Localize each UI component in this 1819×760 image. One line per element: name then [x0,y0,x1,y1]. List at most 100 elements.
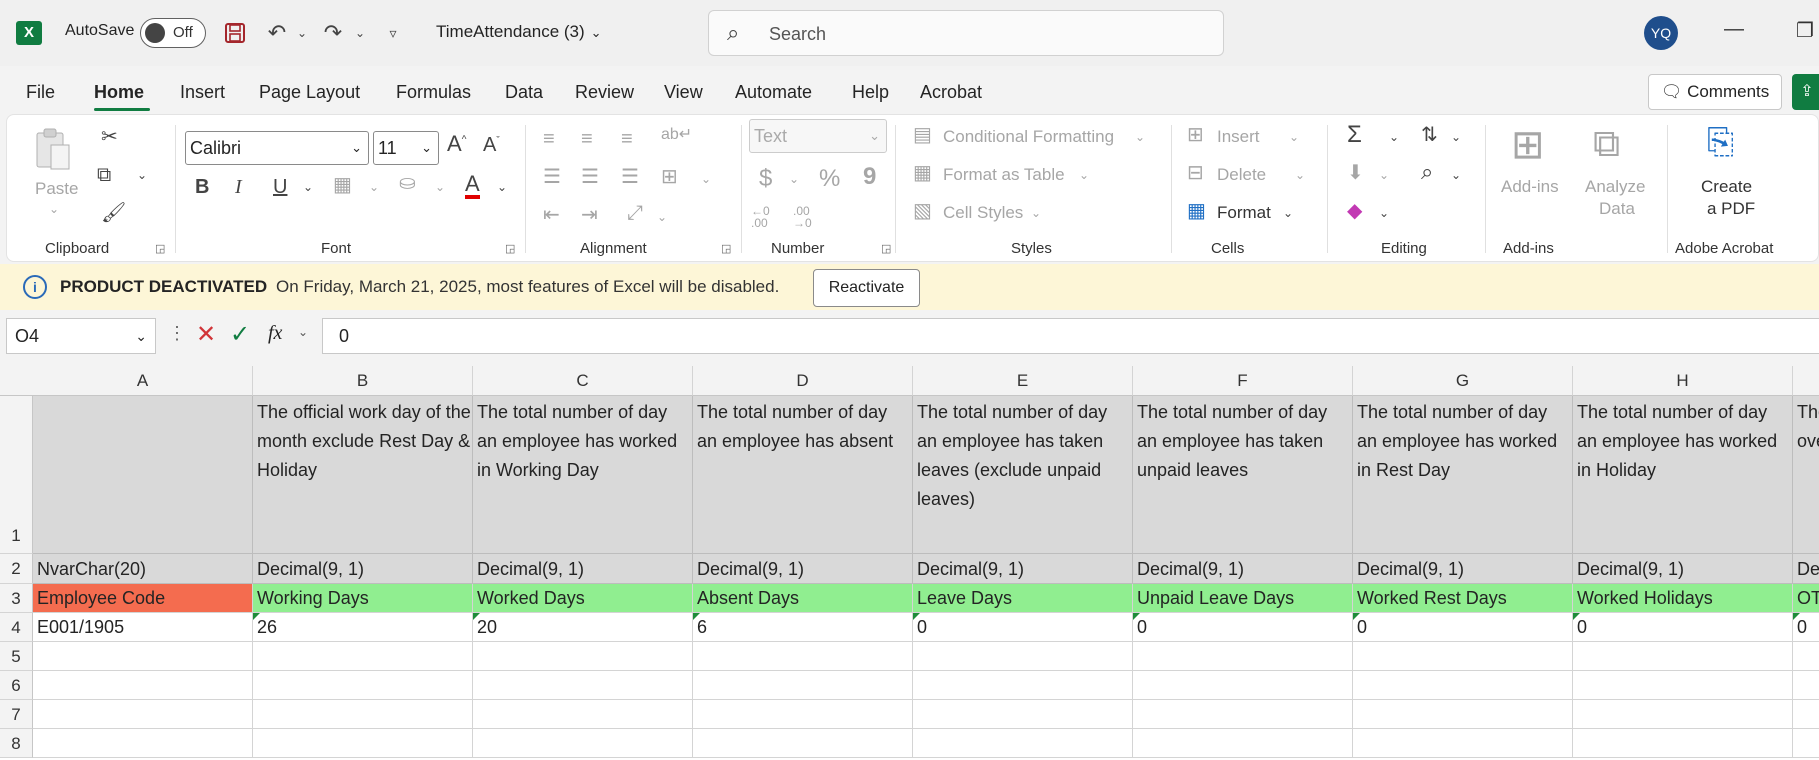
cell-c2[interactable]: Decimal(9, 1) [473,554,693,584]
cell-h3[interactable]: Worked Holidays [1573,584,1793,613]
cell-styles-icon[interactable]: ▧ [913,201,932,221]
font-name-select[interactable]: Calibri ⌄ [185,131,369,165]
row-header-5[interactable]: 5 [0,642,33,671]
cell-f5[interactable] [1133,642,1353,671]
increase-indent-icon[interactable]: ⇥ [581,205,598,225]
align-center-icon[interactable]: ☰ [581,167,599,187]
column-header-f[interactable]: F [1133,366,1353,396]
borders-dropdown-icon[interactable]: ⌄ [369,181,379,193]
analyze-data-icon[interactable]: ⧉ [1593,125,1620,163]
cell-d8[interactable] [693,729,913,758]
cell-b2[interactable]: Decimal(9, 1) [253,554,473,584]
cell-h5[interactable] [1573,642,1793,671]
cell-e5[interactable] [913,642,1133,671]
percent-icon[interactable]: % [819,167,840,191]
cell-g2[interactable]: Decimal(9, 1) [1353,554,1573,584]
tab-automate[interactable]: Automate [735,82,812,103]
tab-page-layout[interactable]: Page Layout [259,82,360,103]
cell-b6[interactable] [253,671,473,700]
cell-c3[interactable]: Worked Days [473,584,693,613]
redo-dropdown-icon[interactable]: ⌄ [345,18,375,48]
create-pdf-button[interactable]: Create [1701,177,1752,197]
tab-view[interactable]: View [664,82,703,103]
cell-f8[interactable] [1133,729,1353,758]
conditional-formatting-icon[interactable]: ▤ [913,125,932,145]
cell-e7[interactable] [913,700,1133,729]
row-header-1[interactable]: 1 [0,396,33,554]
sort-filter-icon[interactable]: ⇅ [1421,125,1438,145]
font-color-dropdown-icon[interactable]: ⌄ [497,181,507,193]
format-cells-button[interactable]: Format [1217,203,1271,223]
redo-icon[interactable]: ↷ [318,18,348,48]
cell-e4[interactable]: 0 [913,613,1133,642]
copy-icon[interactable]: ⧉ [97,165,111,185]
name-box[interactable]: O4 ⌄ [6,318,156,354]
cell-i2[interactable]: Decimal(9, 1) [1793,554,1819,584]
cell-d4[interactable]: 6 [693,613,913,642]
select-all-corner[interactable] [0,366,34,396]
clear-icon[interactable]: ◆ [1347,201,1362,221]
cell-f3[interactable]: Unpaid Leave Days [1133,584,1353,613]
cell-b5[interactable] [253,642,473,671]
cell-g7[interactable] [1353,700,1573,729]
cell-g1[interactable]: The total number of day an employee has … [1353,396,1573,554]
orientation-icon[interactable]: ⤢ [627,203,643,223]
tab-formulas[interactable]: Formulas [396,82,471,103]
tab-review[interactable]: Review [575,82,634,103]
cell-g4[interactable]: 0 [1353,613,1573,642]
cell-c1[interactable]: The total number of day an employee has … [473,396,693,554]
chevron-down-icon[interactable]: ⌄ [1289,131,1299,143]
row-header-8[interactable]: 8 [0,729,33,758]
tab-acrobat[interactable]: Acrobat [920,82,982,103]
cell-i7[interactable] [1793,700,1819,729]
cell-h4[interactable]: 0 [1573,613,1793,642]
decrease-indent-icon[interactable]: ⇤ [543,205,560,225]
increase-font-icon[interactable]: A^ [447,133,466,155]
addins-icon[interactable]: ⊞ [1511,125,1545,165]
cell-e1[interactable]: The total number of day an employee has … [913,396,1133,554]
cell-e8[interactable] [913,729,1133,758]
cell-b7[interactable] [253,700,473,729]
row-header-2[interactable]: 2 [0,554,33,584]
cell-a7[interactable] [33,700,253,729]
decrease-font-icon[interactable]: Aˇ [483,135,500,155]
insert-cells-button[interactable]: Insert [1217,127,1260,147]
cell-i6[interactable] [1793,671,1819,700]
column-header-h[interactable]: H [1573,366,1793,396]
autosave-toggle[interactable]: Off [140,18,206,48]
row-header-3[interactable]: 3 [0,584,33,613]
cell-a4[interactable]: E001/1905 [33,613,253,642]
clear-dropdown-icon[interactable]: ⌄ [1379,207,1389,219]
cell-g8[interactable] [1353,729,1573,758]
format-as-table-button[interactable]: Format as Table [943,165,1065,185]
find-dropdown-icon[interactable]: ⌄ [1451,169,1461,181]
cell-b3[interactable]: Working Days [253,584,473,613]
underline-button[interactable]: U [273,177,287,197]
cell-g6[interactable] [1353,671,1573,700]
column-header-d[interactable]: D [693,366,913,396]
cell-a2[interactable]: NvarChar(20) [33,554,253,584]
format-cells-icon[interactable]: ▦ [1187,201,1206,221]
cell-b8[interactable] [253,729,473,758]
align-bottom-icon[interactable]: ≡ [621,129,633,149]
fill-color-dropdown-icon[interactable]: ⌄ [435,181,445,193]
find-select-icon[interactable]: ⌕ [1421,161,1433,183]
fill-icon[interactable]: ⬇ [1347,163,1364,183]
share-button[interactable]: ⇪ [1792,74,1819,110]
format-painter-icon[interactable]: 🖌 [101,203,126,223]
save-icon[interactable] [220,18,250,48]
column-header-g[interactable]: G [1353,366,1573,396]
format-as-table-icon[interactable]: ▦ [913,163,932,183]
cell-styles-button[interactable]: Cell Styles [943,203,1023,223]
column-header-a[interactable]: A [33,366,253,396]
cell-a8[interactable] [33,729,253,758]
delete-cells-button[interactable]: Delete [1217,165,1266,185]
cell-c5[interactable] [473,642,693,671]
undo-dropdown-icon[interactable]: ⌄ [287,18,317,48]
currency-icon[interactable]: $ [759,167,772,191]
currency-dropdown-icon[interactable]: ⌄ [789,173,799,185]
cell-f4[interactable]: 0 [1133,613,1353,642]
chevron-down-icon[interactable]: ⌄ [1031,207,1041,219]
decrease-decimal-icon[interactable]: .00 →0 [793,205,827,229]
font-color-icon[interactable]: A [465,173,480,199]
